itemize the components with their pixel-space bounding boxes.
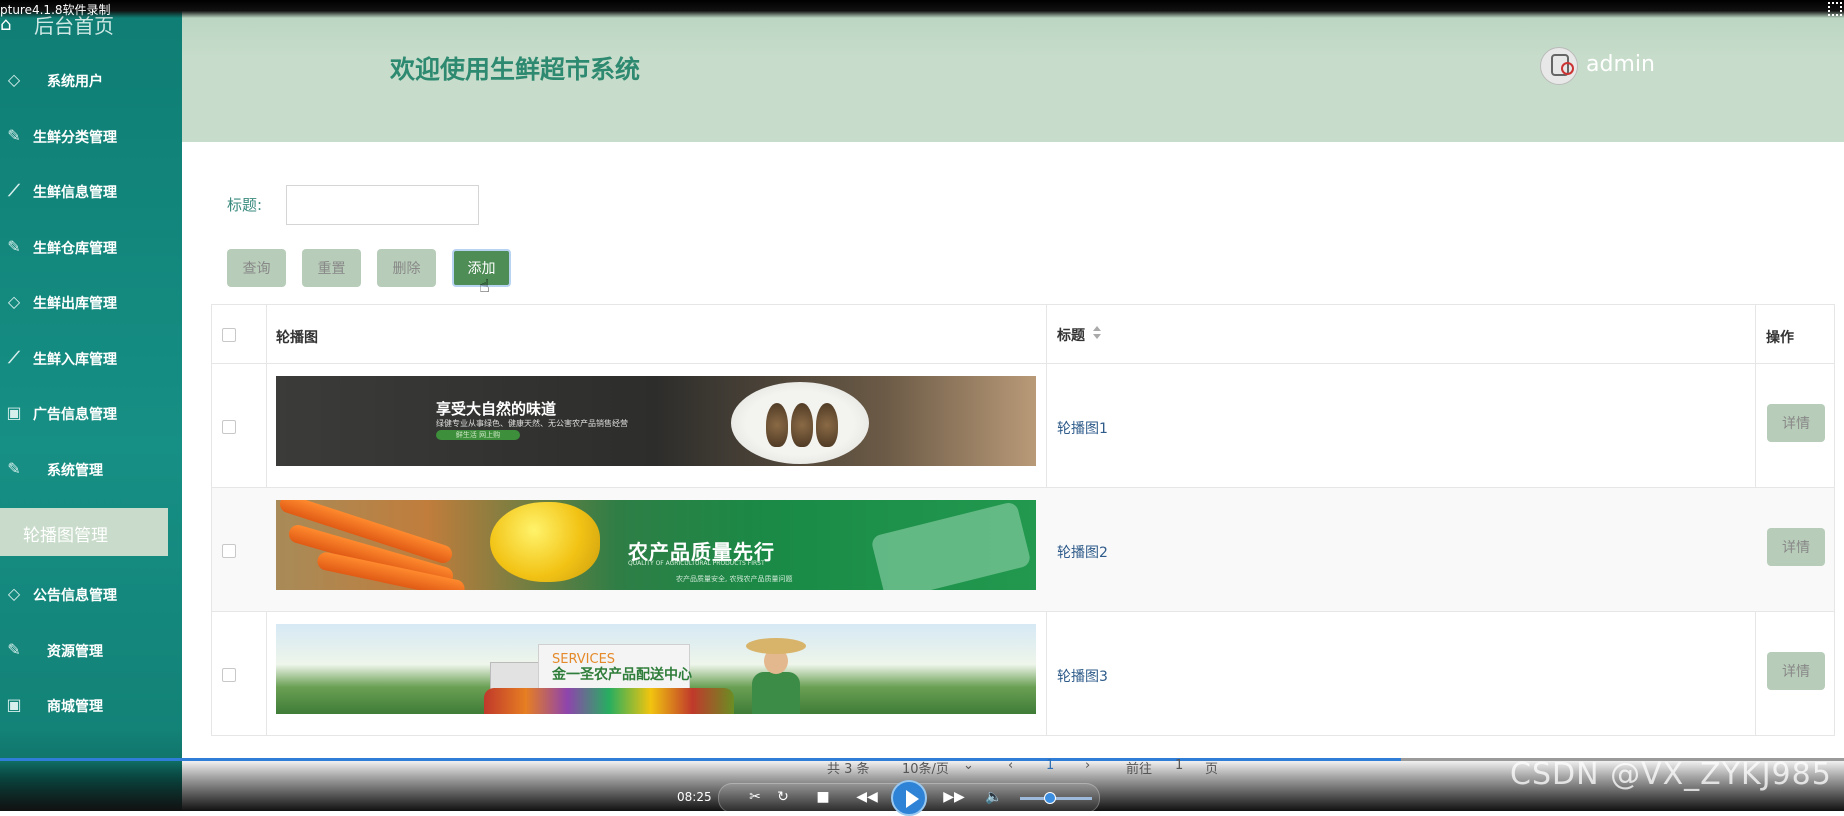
search-label: 标题: — [227, 196, 263, 214]
sidebar-item-label: 公告信息管理 — [33, 588, 117, 604]
banner-tag: 鲜生活 网上购 — [436, 430, 520, 440]
row-title: 轮播图1 — [1057, 421, 1108, 437]
video-progress-fill — [0, 758, 1402, 761]
sidebar-item-label: 生鲜仓库管理 — [33, 241, 117, 257]
sidebar-item-ads[interactable]: ▣ 广告信息管理 — [0, 394, 182, 434]
row-checkbox[interactable] — [222, 544, 236, 558]
sidebar-subitem-carousel[interactable]: 轮播图管理 — [0, 508, 168, 556]
reset-button[interactable]: 重置 — [302, 249, 361, 287]
column-header-actions: 操作 — [1766, 330, 1794, 346]
sidebar-item-label: 商城管理 — [47, 699, 103, 715]
carousel-image: 农产品质量先行 QUALITY OF AGRICULTURAL PRODUCTS… — [276, 500, 1036, 590]
volume-knob[interactable] — [1043, 792, 1056, 804]
row-checkbox[interactable] — [222, 420, 236, 434]
pagination-current[interactable]: 1 — [1046, 758, 1054, 773]
next-page-icon[interactable]: › — [1085, 758, 1090, 773]
banner-tag: 农产品质量安全, 农残农产品质量问题 — [676, 575, 793, 583]
header: 欢迎使用生鲜超市系统 admin — [182, 0, 1844, 142]
pagination-total: 共 3 条 — [827, 762, 870, 777]
sidebar-item-warehouse[interactable]: ✎ 生鲜仓库管理 — [0, 228, 182, 268]
row-title: 轮播图3 — [1057, 669, 1108, 685]
mouse-cursor-icon: ☝ — [479, 276, 490, 297]
pagination-page-size[interactable]: 10条/页 — [902, 758, 949, 777]
delete-button[interactable]: 删除 — [377, 249, 436, 287]
rewind-icon[interactable]: ◀◀ — [852, 785, 882, 809]
column-header-title[interactable]: 标题 — [1057, 325, 1085, 345]
sidebar-item-label: 系统管理 — [47, 463, 103, 479]
sidebar-item-label: 生鲜分类管理 — [33, 130, 117, 146]
sidebar-item-label: 生鲜入库管理 — [33, 352, 117, 368]
sort-icon[interactable] — [1092, 326, 1102, 340]
column-header-image: 轮播图 — [276, 330, 318, 346]
video-time: 08:25 — [677, 790, 712, 804]
watermark: CSDN @VX_ZYKJ985 — [1510, 757, 1832, 792]
fast-forward-icon[interactable]: ▶▶ — [939, 785, 969, 809]
sidebar-item-notices[interactable]: ◇ 公告信息管理 — [0, 575, 182, 615]
sidebar-item-label: 生鲜出库管理 — [33, 296, 117, 312]
resize-icon[interactable] — [1828, 2, 1842, 16]
detail-button[interactable]: 详情 — [1767, 652, 1825, 690]
sidebar-item-outbound[interactable]: ◇ 生鲜出库管理 — [0, 283, 182, 323]
sidebar-item-label: 资源管理 — [47, 644, 103, 660]
prev-page-icon[interactable]: ‹ — [1008, 758, 1013, 773]
farmer-graphic — [746, 638, 806, 714]
produce-graphic — [870, 500, 1032, 590]
carousel-image: SERVICES 金一圣农产品配送中心 — [276, 624, 1036, 714]
row-checkbox[interactable] — [222, 668, 236, 682]
query-button[interactable]: 查询 — [227, 249, 286, 287]
sidebar-item-inbound[interactable]: ⟋ 生鲜入库管理 — [0, 339, 182, 379]
detail-button[interactable]: 详情 — [1767, 528, 1825, 566]
pagination-goto-suffix: 页 — [1205, 762, 1219, 777]
sidebar-item-resources[interactable]: ✎ 资源管理 — [0, 631, 182, 671]
banner-subtext: 金一圣农产品配送中心 — [552, 667, 692, 683]
banner-headline: 享受大自然的味道 — [436, 400, 557, 418]
select-all-checkbox[interactable] — [222, 328, 236, 342]
shirt-graphic — [752, 672, 800, 714]
title-search-input[interactable] — [286, 185, 479, 225]
vegetables-graphic — [484, 688, 734, 714]
mushroom-graphic — [816, 403, 838, 447]
pagination-goto-prefix: 前往 — [1126, 762, 1153, 777]
sidebar-item-mall[interactable]: ▣ 商城管理 — [0, 686, 182, 726]
sidebar: ⌂ 后台首页 ◇ 系统用户 ✎ 生鲜分类管理 ⟋ 生鲜信息管理 ✎ 生鲜仓库管理… — [0, 0, 182, 811]
clip-icon[interactable]: ✂ — [745, 785, 765, 809]
replay-icon[interactable]: ↻ — [773, 785, 793, 809]
mushroom-graphic — [766, 403, 788, 447]
banner-subtext: QUALITY OF AGRICULTURAL PRODUCTS FIRST — [628, 560, 765, 567]
banner-subtext: 绿健专业从事绿色、健康天然、无公害农产品销售经营 — [436, 419, 628, 428]
detail-button[interactable]: 详情 — [1767, 404, 1825, 442]
recorder-title: pture4.1.8软件录制 — [0, 3, 111, 17]
sidebar-item-category[interactable]: ✎ 生鲜分类管理 — [0, 117, 182, 157]
sidebar-item-label: 生鲜信息管理 — [33, 185, 117, 201]
avatar-badge — [1561, 62, 1574, 75]
mushroom-graphic — [791, 403, 813, 447]
hat-graphic — [746, 638, 806, 654]
volume-slider[interactable] — [1020, 797, 1092, 800]
sidebar-item-label: 广告信息管理 — [33, 407, 117, 423]
avatar[interactable] — [1540, 47, 1578, 85]
recorder-top-bar: pture4.1.8软件录制 — [0, 0, 1844, 18]
chevron-down-icon[interactable]: ⌄ — [963, 758, 974, 773]
sidebar-item-label: 轮播图管理 — [23, 526, 108, 546]
pagination-goto-input[interactable]: 1 — [1175, 758, 1183, 773]
sidebar-item-label: 系统用户 — [47, 74, 103, 90]
username[interactable]: admin — [1586, 52, 1655, 77]
volume-icon[interactable]: 🔈 — [984, 785, 1004, 809]
stop-icon[interactable]: ■ — [813, 785, 833, 809]
pepper-graphic — [490, 502, 600, 582]
carousel-image: 享受大自然的味道 绿健专业从事绿色、健康天然、无公害农产品销售经营 鲜生活 网上… — [276, 376, 1036, 466]
page-title: 欢迎使用生鲜超市系统 — [390, 55, 641, 84]
sidebar-item-system[interactable]: ✎ 系统管理 — [0, 450, 182, 490]
sidebar-item-system-users[interactable]: ◇ 系统用户 — [0, 61, 182, 101]
sidebar-item-info[interactable]: ⟋ 生鲜信息管理 — [0, 172, 182, 212]
row-title: 轮播图2 — [1057, 545, 1108, 561]
